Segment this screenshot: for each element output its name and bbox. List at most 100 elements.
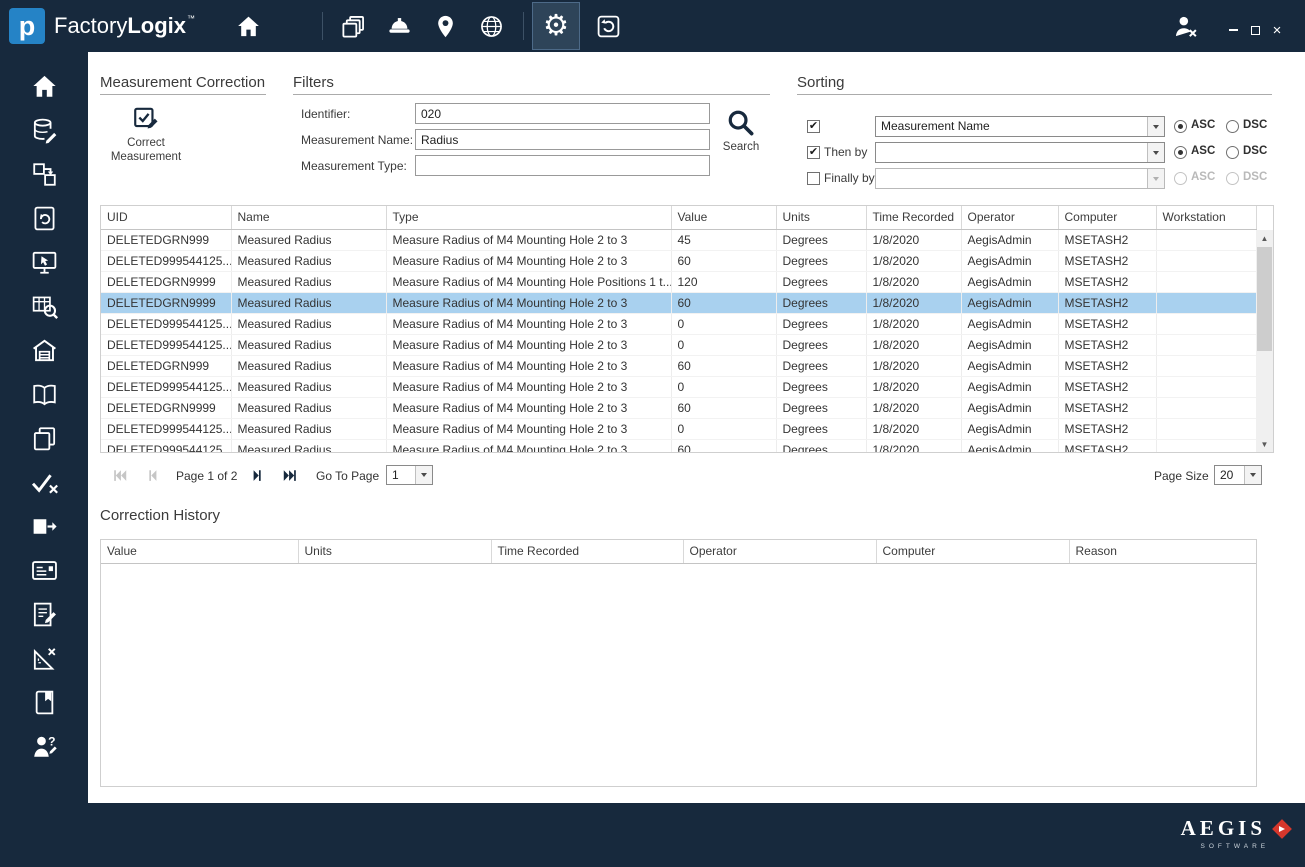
first-page-button[interactable]: [110, 466, 128, 484]
table-row[interactable]: DELETEDGRN9999 Measured Radius Measure R…: [101, 271, 1256, 292]
table-row[interactable]: DELETEDGRN9999 Measured Radius Measure R…: [101, 292, 1256, 313]
home-button[interactable]: [233, 11, 263, 41]
sidebar-item[interactable]: [0, 196, 88, 240]
warehouse-icon: [30, 336, 59, 365]
column-header[interactable]: UID: [101, 206, 231, 229]
sidebar-item[interactable]: [0, 504, 88, 548]
measurement-type-input[interactable]: [415, 155, 710, 176]
sort-finally-select[interactable]: [875, 168, 1165, 189]
sort-finally-asc-radio[interactable]: [1174, 172, 1187, 185]
page-size-select[interactable]: 20: [1214, 465, 1262, 485]
table-row[interactable]: DELETED999544125... Measured Radius Meas…: [101, 439, 1256, 453]
table-row[interactable]: DELETED999544125... Measured Radius Meas…: [101, 313, 1256, 334]
column-header[interactable]: Name: [231, 206, 386, 229]
column-header[interactable]: Time Recorded: [866, 206, 961, 229]
brand-factory: Factory: [54, 13, 127, 39]
sidebar-item[interactable]: [0, 108, 88, 152]
previous-page-button[interactable]: [143, 466, 161, 484]
ruler-x-icon: [30, 644, 59, 673]
sidebar-item[interactable]: [0, 636, 88, 680]
sort-finally-label: Finally by: [824, 171, 875, 185]
documents-button[interactable]: [338, 11, 368, 41]
sidebar-item[interactable]: [0, 152, 88, 196]
minimize-button[interactable]: [1224, 22, 1242, 38]
sort-then-dsc-radio[interactable]: [1226, 146, 1239, 159]
sort-primary-asc-radio[interactable]: [1174, 120, 1187, 133]
last-page-button[interactable]: [281, 466, 299, 484]
table-row[interactable]: DELETED999544125... Measured Radius Meas…: [101, 334, 1256, 355]
column-header[interactable]: Time Recorded: [491, 540, 683, 563]
stacked-pages-icon: [340, 13, 367, 40]
cell-workstation: [1156, 271, 1256, 292]
maximize-button[interactable]: [1246, 22, 1264, 38]
column-header[interactable]: Computer: [876, 540, 1069, 563]
vertical-scrollbar[interactable]: ▲ ▼: [1256, 230, 1273, 452]
search-button[interactable]: Search: [710, 108, 772, 153]
logoff-user-button[interactable]: [1170, 11, 1200, 41]
sort-then-select[interactable]: [875, 142, 1165, 163]
column-header[interactable]: Units: [776, 206, 866, 229]
sort-primary-dsc-radio[interactable]: [1226, 120, 1239, 133]
close-button[interactable]: ×: [1268, 22, 1286, 38]
chevron-down-icon: [1147, 117, 1164, 136]
table-row[interactable]: DELETED999544125... Measured Radius Meas…: [101, 376, 1256, 397]
goto-page-select[interactable]: 1: [386, 465, 433, 485]
next-page-button[interactable]: [248, 466, 266, 484]
table-row[interactable]: DELETEDGRN9999 Measured Radius Measure R…: [101, 397, 1256, 418]
sidebar-item[interactable]: [0, 460, 88, 504]
cell-units: Degrees: [776, 439, 866, 453]
column-header[interactable]: Workstation: [1156, 206, 1256, 229]
measurement-name-label: Measurement Name:: [301, 133, 413, 147]
sort-primary-select[interactable]: Measurement Name: [875, 116, 1165, 137]
bookmark-book-icon: [30, 688, 59, 717]
column-header[interactable]: Operator: [683, 540, 876, 563]
cell-units: Degrees: [776, 292, 866, 313]
table-row[interactable]: DELETED999544125... Measured Radius Meas…: [101, 250, 1256, 271]
scrollbar-thumb[interactable]: [1257, 247, 1272, 351]
sort-finally-dsc-radio[interactable]: [1226, 172, 1239, 185]
column-header[interactable]: Value: [101, 540, 298, 563]
sort-primary-checkbox[interactable]: [807, 120, 820, 133]
scroll-up-icon[interactable]: ▲: [1256, 230, 1273, 246]
sidebar-item[interactable]: [0, 548, 88, 592]
column-header[interactable]: Value: [671, 206, 776, 229]
correct-measurement-button[interactable]: Correct Measurement: [94, 104, 198, 164]
sync-button[interactable]: [585, 3, 631, 49]
chevron-down-icon: [1147, 143, 1164, 162]
table-row[interactable]: DELETEDGRN999 Measured Radius Measure Ra…: [101, 355, 1256, 376]
sidebar-item[interactable]: [0, 372, 88, 416]
production-button[interactable]: [384, 11, 414, 41]
column-header[interactable]: Type: [386, 206, 671, 229]
sidebar-item[interactable]: [0, 284, 88, 328]
location-button[interactable]: [430, 11, 460, 41]
sidebar-item[interactable]: [0, 592, 88, 636]
settings-button-active[interactable]: ⚙: [533, 3, 579, 49]
sort-then-checkbox[interactable]: [807, 146, 820, 159]
scroll-down-icon[interactable]: ▼: [1256, 436, 1273, 452]
sort-finally-checkbox[interactable]: [807, 172, 820, 185]
table-row[interactable]: DELETED999544125... Measured Radius Meas…: [101, 418, 1256, 439]
identifier-input[interactable]: [415, 103, 710, 124]
cell-value: 60: [671, 439, 776, 453]
page-title: Measurement Correction: [100, 74, 265, 91]
sidebar-item[interactable]: [0, 724, 88, 768]
column-header[interactable]: Computer: [1058, 206, 1156, 229]
chevron-down-icon: [415, 466, 432, 484]
network-button[interactable]: [476, 11, 506, 41]
correction-history-title: Correction History: [100, 507, 220, 524]
sidebar-item[interactable]: [0, 240, 88, 284]
section-rule: [100, 94, 266, 95]
sidebar: [0, 52, 88, 867]
sidebar-item[interactable]: [0, 416, 88, 460]
column-header[interactable]: Operator: [961, 206, 1058, 229]
sidebar-item[interactable]: [0, 328, 88, 372]
column-header[interactable]: Units: [298, 540, 491, 563]
cell-name: Measured Radius: [231, 397, 386, 418]
sidebar-item[interactable]: [0, 680, 88, 724]
column-header[interactable]: Reason: [1069, 540, 1256, 563]
table-row[interactable]: DELETEDGRN999 Measured Radius Measure Ra…: [101, 229, 1256, 250]
sort-then-asc-radio[interactable]: [1174, 146, 1187, 159]
app-logo: p: [9, 8, 45, 44]
measurement-name-input[interactable]: [415, 129, 710, 150]
sidebar-item[interactable]: [0, 64, 88, 108]
